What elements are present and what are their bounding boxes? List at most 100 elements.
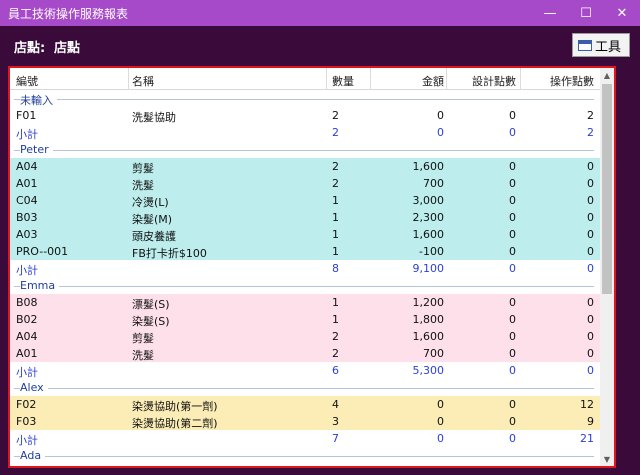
cell-name: 漂髮(S): [132, 298, 170, 311]
column-header-design-points[interactable]: 設計點數: [472, 73, 516, 89]
cell-design-points: 0: [509, 347, 516, 360]
group-header[interactable]: Emma: [10, 277, 600, 294]
subtotal-row[interactable]: 小計 7 0 0 21: [10, 430, 600, 447]
subtotal-design-points: 0: [509, 364, 516, 377]
table-row[interactable]: F02 染燙協助(第一劑) 4 0 0 12: [10, 396, 600, 413]
scroll-thumb[interactable]: [602, 84, 612, 294]
cell-op-points: 0: [587, 347, 594, 360]
subtotal-op-points: 0: [587, 262, 594, 275]
vertical-scrollbar[interactable]: ▲ ▼: [600, 68, 614, 466]
cell-qty: 1: [332, 313, 339, 326]
table-row[interactable]: A04 剪髮 2 1,600 0 0: [10, 328, 600, 345]
cell-name: 染髮(S): [132, 315, 170, 328]
group-name: Ada: [20, 449, 46, 462]
table-row[interactable]: A04 剪髮 2 1,600 0 0: [10, 158, 600, 175]
subtotal-op-points: 21: [580, 432, 594, 445]
group-name: Peter: [20, 143, 53, 156]
cell-code: F02: [16, 398, 37, 411]
store-value: 店點: [54, 41, 81, 56]
cell-op-points: 0: [587, 330, 594, 343]
cell-design-points: 0: [509, 296, 516, 309]
subtotal-row[interactable]: 小計 2 0 0 2: [10, 124, 600, 141]
cell-qty: 1: [332, 245, 339, 258]
cell-amount: 700: [423, 177, 444, 190]
cell-qty: 2: [332, 177, 339, 190]
cell-qty: 4: [332, 398, 339, 411]
cell-op-points: 0: [587, 160, 594, 173]
table-header: 編號 名稱 數量 金額 設計點數 操作點數: [10, 68, 600, 90]
cell-amount: 2,300: [412, 211, 445, 224]
scroll-up-icon[interactable]: ▲: [600, 68, 614, 82]
close-button[interactable]: ✕: [604, 0, 640, 26]
subtotal-amount: 0: [437, 126, 444, 139]
group-header[interactable]: Alex: [10, 379, 600, 396]
window-icon: [578, 39, 592, 51]
table-row[interactable]: B03 染髮(M) 1 2,300 0 0: [10, 209, 600, 226]
cell-design-points: 0: [509, 109, 516, 122]
maximize-button[interactable]: ☐: [568, 0, 604, 26]
group-name: Alex: [20, 381, 48, 394]
table-row[interactable]: A01 洗髮 2 700 0 0: [10, 345, 600, 362]
close-icon: ✕: [616, 5, 628, 21]
cell-op-points: 0: [587, 313, 594, 326]
group-divider: [14, 150, 594, 151]
column-header-op-points[interactable]: 操作點數: [550, 73, 594, 89]
table-row[interactable]: B02 染髮(S) 1 1,800 0 0: [10, 311, 600, 328]
cell-op-points: 12: [580, 398, 594, 411]
cell-op-points: 0: [587, 194, 594, 207]
subtotal-amount: 9,100: [412, 262, 445, 275]
minimize-icon: —: [543, 5, 557, 21]
table-row[interactable]: A01 洗髮 2 700 0 0: [10, 175, 600, 192]
cell-design-points: 0: [509, 228, 516, 241]
cell-amount: -100: [419, 245, 444, 258]
cell-qty: 3: [332, 415, 339, 428]
table-row[interactable]: PRO--001 FB打卡折$100 1 -100 0 0: [10, 243, 600, 260]
group-divider: [14, 99, 594, 100]
column-header-code[interactable]: 編號: [16, 73, 38, 89]
cell-qty: 1: [332, 194, 339, 207]
cell-amount: 700: [423, 347, 444, 360]
group-name: Emma: [20, 279, 60, 292]
report-rows: 未輸入 F01 洗髮協助 2 0 0 2 小計 2 0 0 2 Peter A04 剪髮 2 1,600 0 0 A0…: [10, 90, 600, 464]
report-panel: 編號 名稱 數量 金額 設計點數 操作點數 未輸入 F01 洗髮協助 2 0 0 2 小計 2 0…: [8, 66, 616, 468]
cell-design-points: 0: [509, 211, 516, 224]
cell-name: 剪髮: [132, 332, 154, 345]
column-header-amount[interactable]: 金額: [422, 73, 444, 89]
group-header[interactable]: 未輸入: [10, 90, 600, 108]
maximize-icon: ☐: [580, 5, 592, 21]
group-header[interactable]: Peter: [10, 141, 600, 158]
table-row[interactable]: C04 冷燙(L) 1 3,000 0 0: [10, 192, 600, 209]
store-label: 店點:: [14, 41, 46, 56]
table-row[interactable]: B08 漂髮(S) 1 1,200 0 0: [10, 294, 600, 311]
tools-button-label: 工具: [595, 39, 622, 55]
cell-amount: 1,600: [412, 228, 445, 241]
cell-name: 洗髮: [132, 349, 154, 362]
column-header-name[interactable]: 名稱: [132, 73, 154, 89]
subtotal-row[interactable]: 小計 6 5,300 0 0: [10, 362, 600, 379]
cell-name: 洗髮: [132, 179, 154, 192]
group-header[interactable]: Ada: [10, 447, 600, 464]
tools-button[interactable]: 工具: [572, 33, 630, 57]
table-row[interactable]: F01 洗髮協助 2 0 0 2: [10, 107, 600, 124]
subtotal-row[interactable]: 小計 8 9,100 0 0: [10, 260, 600, 277]
cell-name: FB打卡折$100: [132, 247, 207, 260]
cell-op-points: 0: [587, 296, 594, 309]
subtotal-op-points: 2: [587, 126, 594, 139]
table-row[interactable]: F03 染燙協助(第二劑) 3 0 0 9: [10, 413, 600, 430]
cell-op-points: 0: [587, 228, 594, 241]
column-header-qty[interactable]: 數量: [332, 73, 354, 89]
cell-design-points: 0: [509, 177, 516, 190]
scroll-down-icon[interactable]: ▼: [600, 452, 614, 466]
cell-qty: 1: [332, 296, 339, 309]
cell-amount: 3,000: [412, 194, 445, 207]
minimize-button[interactable]: —: [532, 0, 568, 26]
cell-name: 染燙協助(第二劑): [132, 417, 218, 430]
cell-amount: 1,600: [412, 160, 445, 173]
cell-qty: 1: [332, 228, 339, 241]
table-row[interactable]: A03 頭皮養護 1 1,600 0 0: [10, 226, 600, 243]
subtotal-amount: 5,300: [412, 364, 445, 377]
subtotal-qty: 2: [332, 126, 339, 139]
column-divider: [520, 68, 521, 90]
cell-code: C04: [16, 194, 38, 207]
cell-name: 染髮(M): [132, 213, 173, 226]
